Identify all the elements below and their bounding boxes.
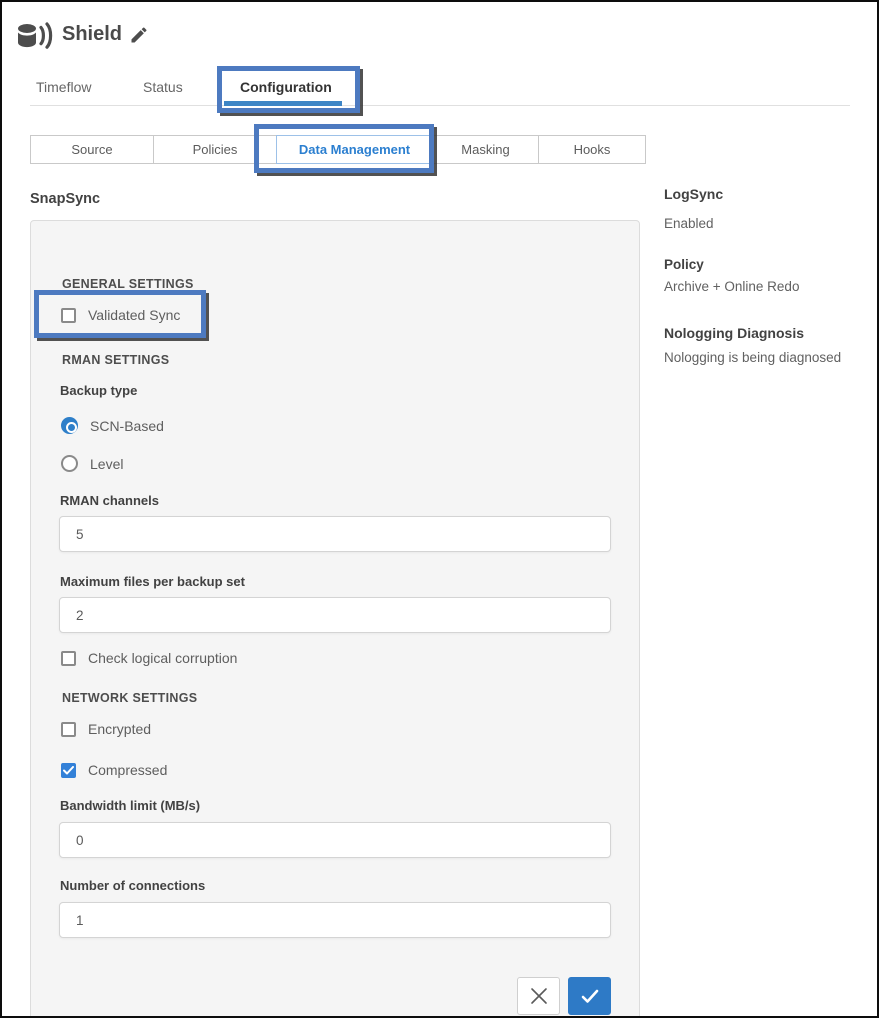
- subtab-data-management[interactable]: Data Management: [276, 135, 433, 164]
- level-radio[interactable]: [61, 455, 78, 472]
- dsource-database-icon: [16, 22, 54, 54]
- nologging-diagnosis-value: Nologging is being diagnosed: [664, 350, 864, 365]
- general-settings-heading: GENERAL SETTINGS: [62, 277, 194, 291]
- rman-channels-label: RMAN channels: [60, 493, 159, 508]
- snapsync-section-title: SnapSync: [30, 191, 100, 207]
- cancel-button[interactable]: [517, 977, 560, 1015]
- logsync-summary: LogSync Enabled Policy Archive + Online …: [664, 186, 864, 365]
- encrypted-label: Encrypted: [88, 721, 151, 737]
- connections-label: Number of connections: [60, 878, 205, 893]
- logsync-status: Enabled: [664, 216, 864, 231]
- app-window: Shield Timeflow Status Configuration Sou…: [0, 0, 879, 1018]
- subtab-hooks[interactable]: Hooks: [538, 135, 646, 164]
- compressed-label: Compressed: [88, 762, 167, 778]
- validated-sync-row: Validated Sync: [61, 307, 180, 323]
- policy-value: Archive + Online Redo: [664, 279, 864, 294]
- edit-pencil-icon[interactable]: [129, 25, 149, 45]
- tab-configuration[interactable]: Configuration: [240, 79, 332, 95]
- validated-sync-label: Validated Sync: [88, 307, 180, 323]
- level-radio-row: Level: [61, 455, 123, 472]
- compressed-checkbox[interactable]: [61, 763, 76, 778]
- form-actions: [517, 977, 611, 1015]
- compressed-row: Compressed: [61, 762, 167, 778]
- configuration-subtab-bar: Source Policies Data Management Masking …: [30, 135, 646, 164]
- scn-based-radio[interactable]: [61, 417, 78, 434]
- bandwidth-limit-input[interactable]: [59, 822, 611, 858]
- rman-settings-heading: RMAN SETTINGS: [62, 353, 169, 367]
- subtab-source[interactable]: Source: [30, 135, 154, 164]
- backup-type-label: Backup type: [60, 383, 137, 398]
- close-icon: [530, 987, 548, 1005]
- tab-timeflow[interactable]: Timeflow: [36, 79, 92, 95]
- connections-input[interactable]: [59, 902, 611, 938]
- check-logical-label: Check logical corruption: [88, 650, 237, 666]
- validated-sync-checkbox[interactable]: [61, 308, 76, 323]
- logsync-section-title: LogSync: [664, 186, 864, 202]
- scn-based-radio-row: SCN-Based: [61, 417, 164, 434]
- snapsync-panel: GENERAL SETTINGS Validated Sync RMAN SET…: [30, 220, 640, 1018]
- max-files-label: Maximum files per backup set: [60, 574, 245, 589]
- check-logical-row: Check logical corruption: [61, 650, 237, 666]
- subtab-policies[interactable]: Policies: [153, 135, 277, 164]
- encrypted-checkbox[interactable]: [61, 722, 76, 737]
- checkmark-icon: [581, 989, 599, 1004]
- tab-status[interactable]: Status: [143, 79, 183, 95]
- subtab-masking[interactable]: Masking: [432, 135, 539, 164]
- check-logical-corruption-checkbox[interactable]: [61, 651, 76, 666]
- max-files-input[interactable]: [59, 597, 611, 633]
- nologging-diagnosis-label: Nologging Diagnosis: [664, 325, 864, 341]
- network-settings-heading: NETWORK SETTINGS: [62, 691, 197, 705]
- main-tab-bar: Timeflow Status Configuration: [30, 72, 850, 106]
- policy-label: Policy: [664, 257, 864, 272]
- level-label: Level: [90, 456, 123, 472]
- bandwidth-limit-label: Bandwidth limit (MB/s): [60, 798, 200, 813]
- rman-channels-input[interactable]: [59, 516, 611, 552]
- encrypted-row: Encrypted: [61, 721, 151, 737]
- page-title: Shield: [62, 23, 122, 46]
- confirm-button[interactable]: [568, 977, 611, 1015]
- active-tab-indicator: [224, 101, 342, 106]
- scn-based-label: SCN-Based: [90, 418, 164, 434]
